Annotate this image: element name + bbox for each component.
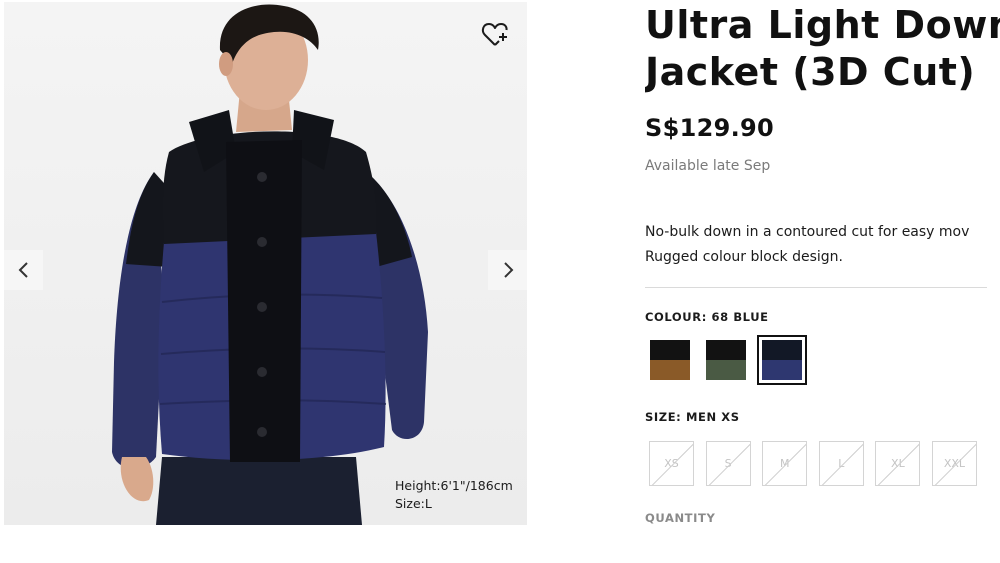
divider xyxy=(645,287,987,288)
swatch-top xyxy=(706,340,746,360)
unavailable-slash xyxy=(707,442,750,485)
product-image-gallery[interactable]: Height:6'1"/186cm Size:L xyxy=(4,2,527,525)
product-title-line-2: Jacket (3D Cut) xyxy=(645,50,976,94)
swatch-bottom xyxy=(762,360,802,380)
product-photo xyxy=(112,4,428,525)
heart-plus-icon[interactable] xyxy=(480,20,510,50)
swatch-bottom xyxy=(650,360,690,380)
swatch-chip xyxy=(762,340,802,380)
model-height: Height:6'1"/186cm xyxy=(395,478,513,493)
product-title: Ultra Light Down Jacket (3D Cut) xyxy=(645,2,1000,96)
chevron-right-icon xyxy=(503,262,513,278)
product-title-line-1: Ultra Light Down xyxy=(645,3,1000,47)
swatch-bottom xyxy=(706,360,746,380)
colour-swatch-brown[interactable] xyxy=(645,335,695,385)
size-option-s[interactable]: S xyxy=(705,441,751,486)
unavailable-slash xyxy=(820,442,863,485)
unavailable-slash xyxy=(650,442,693,485)
size-option-l[interactable]: L xyxy=(818,441,864,486)
colour-swatch-list xyxy=(645,335,813,385)
quantity-label: QUANTITY xyxy=(645,511,716,525)
chevron-left-icon xyxy=(18,262,28,278)
colour-swatch-blue-selected[interactable] xyxy=(757,335,807,385)
product-description: No-bulk down in a contoured cut for easy… xyxy=(645,220,1000,270)
colour-swatch-olive[interactable] xyxy=(701,335,751,385)
availability-text: Available late Sep xyxy=(645,158,771,174)
unavailable-slash xyxy=(763,442,807,485)
swatch-chip xyxy=(650,340,690,380)
size-label: SIZE: MEN XS xyxy=(645,410,740,424)
size-option-xl[interactable]: XL xyxy=(875,441,921,486)
swatch-chip xyxy=(706,340,746,380)
description-line-1: No-bulk down in a contoured cut for easy… xyxy=(645,224,970,240)
unavailable-slash xyxy=(877,442,920,485)
product-info-panel: Ultra Light Down Jacket (3D Cut) S$129.9… xyxy=(645,0,1000,563)
colour-label: COLOUR: 68 BLUE xyxy=(645,310,769,324)
swatch-top xyxy=(650,340,690,360)
size-option-list: XS S M L XL XXL xyxy=(649,441,989,486)
unavailable-slash xyxy=(933,442,976,485)
model-info: Height:6'1"/186cm Size:L xyxy=(395,477,513,513)
size-option-m[interactable]: M xyxy=(762,441,808,486)
description-line-2: Rugged colour block design. xyxy=(645,249,843,265)
product-price: S$129.90 xyxy=(645,114,774,142)
next-image-button[interactable] xyxy=(488,250,527,290)
model-size: Size:L xyxy=(395,496,432,511)
swatch-top xyxy=(762,340,802,360)
size-option-xs[interactable]: XS xyxy=(649,441,694,486)
size-option-xxl[interactable]: XXL xyxy=(931,441,977,486)
previous-image-button[interactable] xyxy=(4,250,43,290)
